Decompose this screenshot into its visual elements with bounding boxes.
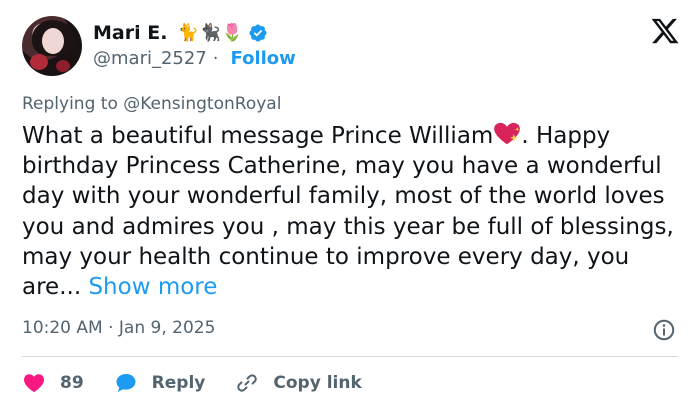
- tweet-text-part1: What a beautiful message Prince William: [22, 123, 494, 149]
- author-name-row: Mari E. 🐈🐈‍⬛🌷: [93, 20, 268, 46]
- link-icon: [237, 374, 258, 392]
- divider: [22, 356, 678, 357]
- avatar[interactable]: [22, 16, 82, 76]
- author-name-emojis: 🐈🐈‍⬛🌷: [177, 23, 244, 43]
- verified-badge-icon: [249, 24, 267, 42]
- handle-separator: ·: [212, 48, 219, 69]
- tweet-text: What a beautiful message Prince William …: [22, 121, 682, 302]
- copy-link-button[interactable]: Copy link: [235, 371, 362, 395]
- avatar-flower-2: [56, 60, 70, 72]
- author-handle[interactable]: @mari_2527: [93, 48, 207, 69]
- tweet-timestamp[interactable]: 10:20 AM · Jan 9, 2025: [22, 318, 215, 338]
- x-logo-icon[interactable]: [650, 16, 680, 46]
- like-button[interactable]: 89: [22, 371, 84, 395]
- show-more-link[interactable]: Show more: [88, 274, 217, 300]
- follow-button[interactable]: Follow: [231, 48, 296, 69]
- likes-count: 89: [60, 373, 84, 393]
- avatar-face: [42, 28, 64, 54]
- heart-icon: [24, 374, 44, 393]
- tweet-time: 10:20 AM: [22, 318, 103, 338]
- sparkling-heart-icon: [494, 122, 521, 145]
- avatar-flower: [30, 54, 48, 70]
- reply-button[interactable]: Reply: [114, 371, 206, 395]
- author-display-name[interactable]: Mari E.: [93, 22, 167, 44]
- copy-link-label: Copy link: [273, 373, 362, 393]
- replying-to-prefix: Replying to: [22, 94, 118, 114]
- action-bar: 89 Reply Copy link: [22, 370, 392, 396]
- timestamp-separator: ·: [108, 318, 114, 338]
- speech-bubble-icon: [116, 374, 136, 392]
- replying-to-mention[interactable]: @KensingtonRoyal: [123, 94, 281, 114]
- reply-label: Reply: [151, 373, 206, 393]
- replying-to: Replying to @KensingtonRoyal: [22, 94, 281, 114]
- info-icon[interactable]: [652, 318, 676, 342]
- tweet-date: Jan 9, 2025: [118, 318, 216, 338]
- author-handle-row: @mari_2527 · Follow: [93, 48, 296, 69]
